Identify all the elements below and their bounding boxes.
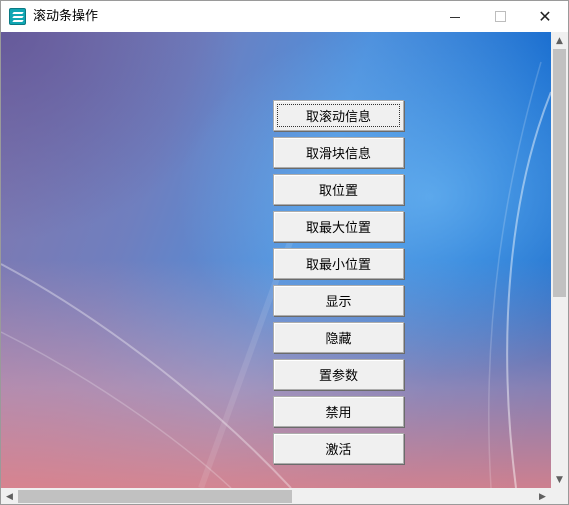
get-scroll-info-button[interactable]: 取滚动信息 xyxy=(273,100,404,131)
window-title: 滚动条操作 xyxy=(33,9,99,24)
disable-button[interactable]: 禁用 xyxy=(273,396,404,427)
client-area: 取滚动信息 取滑块信息 取位置 取最大位置 取最小位置 显示 隐藏 置参数 禁用… xyxy=(1,32,551,488)
get-thumb-info-button[interactable]: 取滑块信息 xyxy=(273,137,404,168)
title-bar[interactable]: 滚动条操作 ✕ xyxy=(1,1,568,32)
scroll-down-icon[interactable]: ▼ xyxy=(551,471,568,488)
scrollbar-corner xyxy=(551,488,568,504)
app-window: 滚动条操作 ✕ 取滚动信息 取滑块信息 取位置 取最大位置 取最小位置 显示 隐… xyxy=(0,0,569,505)
get-position-button[interactable]: 取位置 xyxy=(273,174,404,205)
horizontal-scroll-thumb[interactable] xyxy=(18,490,292,503)
enable-button[interactable]: 激活 xyxy=(273,433,404,464)
close-button[interactable]: ✕ xyxy=(522,1,568,32)
get-max-position-button[interactable]: 取最大位置 xyxy=(273,211,404,242)
app-icon xyxy=(9,8,26,25)
get-min-position-button[interactable]: 取最小位置 xyxy=(273,248,404,279)
scroll-left-icon[interactable]: ◀ xyxy=(1,488,18,504)
set-params-button[interactable]: 置参数 xyxy=(273,359,404,390)
horizontal-scrollbar[interactable]: ◀ ▶ xyxy=(1,488,551,504)
maximize-icon xyxy=(494,11,506,22)
hide-button[interactable]: 隐藏 xyxy=(273,322,404,353)
minimize-icon xyxy=(450,16,460,18)
scroll-right-icon[interactable]: ▶ xyxy=(534,488,551,504)
minimize-button[interactable] xyxy=(432,1,478,32)
maximize-button[interactable] xyxy=(477,1,523,32)
scroll-up-icon[interactable]: ▲ xyxy=(551,32,568,49)
show-button[interactable]: 显示 xyxy=(273,285,404,316)
vertical-scrollbar[interactable]: ▲ ▼ xyxy=(551,32,568,488)
close-icon: ✕ xyxy=(538,6,552,26)
vertical-scroll-thumb[interactable] xyxy=(553,49,566,297)
